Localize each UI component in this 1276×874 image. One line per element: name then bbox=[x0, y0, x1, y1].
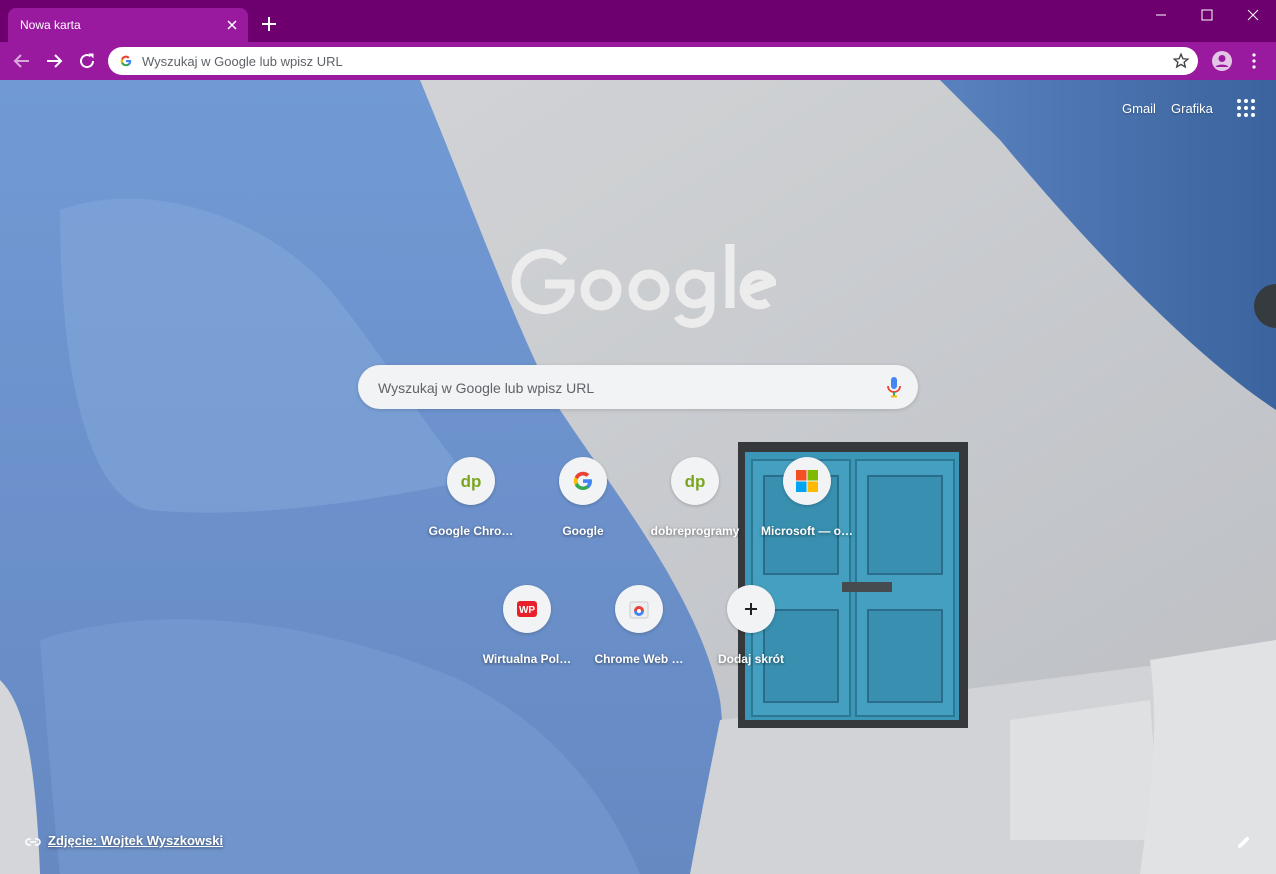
microphone-icon[interactable] bbox=[886, 376, 902, 398]
search-box[interactable]: Wyszukaj w Google lub wpisz URL bbox=[358, 365, 918, 409]
pencil-edit-icon[interactable] bbox=[1236, 834, 1252, 850]
forward-arrow-icon[interactable] bbox=[42, 49, 66, 73]
bookmark-star-icon[interactable] bbox=[1172, 52, 1190, 70]
chrome-web-store-icon bbox=[629, 601, 649, 619]
profile-avatar-icon[interactable] bbox=[1210, 49, 1234, 73]
tab-title: Nowa karta bbox=[20, 18, 81, 32]
link-icon bbox=[25, 838, 41, 846]
google-apps-grid-icon[interactable] bbox=[1236, 98, 1256, 118]
shortcut-icon-circle: dp bbox=[671, 457, 719, 505]
shortcut-icon-circle bbox=[727, 585, 775, 633]
plus-icon bbox=[745, 603, 757, 615]
close-window-icon[interactable] bbox=[1230, 0, 1276, 30]
shortcut-title: dobreprogramy bbox=[650, 524, 740, 538]
maximize-window-icon[interactable] bbox=[1184, 0, 1230, 30]
title-bar: Nowa karta bbox=[0, 0, 1276, 42]
shortcut-title: Google bbox=[562, 524, 604, 538]
shortcut-title: Microsoft — o… bbox=[761, 524, 853, 538]
shortcut-icon-circle: dp bbox=[447, 457, 495, 505]
shortcut-icon-circle bbox=[615, 585, 663, 633]
menu-kebab-icon[interactable] bbox=[1242, 49, 1266, 73]
tab-new-tab[interactable]: Nowa karta bbox=[8, 8, 248, 42]
shortcut-title: Google Chro… bbox=[428, 524, 514, 538]
svg-text:WP: WP bbox=[519, 605, 535, 616]
wp-icon: WP bbox=[517, 601, 537, 617]
google-g-icon bbox=[120, 55, 132, 67]
images-link[interactable]: Grafika bbox=[1171, 101, 1213, 116]
new-tab-plus-icon[interactable] bbox=[258, 13, 280, 35]
shortcut-title: Wirtualna Pol… bbox=[482, 652, 572, 666]
shortcut-icon-circle: WP bbox=[503, 585, 551, 633]
shortcut-tile[interactable]: Google bbox=[527, 457, 639, 569]
minimize-window-icon[interactable] bbox=[1138, 0, 1184, 30]
toolbar: Wyszukaj w Google lub wpisz URL bbox=[0, 42, 1276, 80]
dobreprogramy-icon: dp bbox=[685, 472, 706, 491]
shortcut-tile[interactable]: dp dobreprogramy bbox=[639, 457, 751, 569]
add-shortcut-tile[interactable]: Dodaj skrót bbox=[695, 585, 807, 697]
microsoft-icon bbox=[796, 470, 818, 492]
svg-text:dp: dp bbox=[685, 472, 706, 491]
dobreprogramy-icon: dp bbox=[461, 472, 482, 491]
attribution-text[interactable]: Zdjęcie: Wojtek Wyszkowski bbox=[48, 833, 223, 848]
shortcut-icon-circle bbox=[559, 457, 607, 505]
shortcut-tile[interactable]: Chrome Web … bbox=[583, 585, 695, 697]
close-tab-icon[interactable] bbox=[224, 17, 240, 33]
shortcut-tile[interactable]: dp Google Chro… bbox=[415, 457, 527, 569]
new-tab-page: Gmail Grafika Wyszukaj w Google lub wpis… bbox=[0, 80, 1276, 874]
gmail-link[interactable]: Gmail bbox=[1122, 101, 1156, 116]
shortcut-title: Chrome Web … bbox=[594, 652, 684, 666]
omnibox[interactable]: Wyszukaj w Google lub wpisz URL bbox=[108, 47, 1198, 75]
shortcut-tile[interactable]: Microsoft — o… bbox=[751, 457, 863, 569]
omnibox-placeholder: Wyszukaj w Google lub wpisz URL bbox=[142, 54, 343, 69]
reload-icon[interactable] bbox=[75, 49, 99, 73]
svg-text:dp: dp bbox=[461, 472, 482, 491]
shortcut-icon-circle bbox=[783, 457, 831, 505]
shortcut-tile[interactable]: WP Wirtualna Pol… bbox=[471, 585, 583, 697]
back-arrow-icon[interactable] bbox=[10, 49, 34, 73]
shortcut-title: Dodaj skrót bbox=[717, 652, 784, 666]
google-g-icon bbox=[573, 471, 592, 490]
google-logo bbox=[511, 244, 776, 328]
search-placeholder: Wyszukaj w Google lub wpisz URL bbox=[378, 380, 595, 396]
